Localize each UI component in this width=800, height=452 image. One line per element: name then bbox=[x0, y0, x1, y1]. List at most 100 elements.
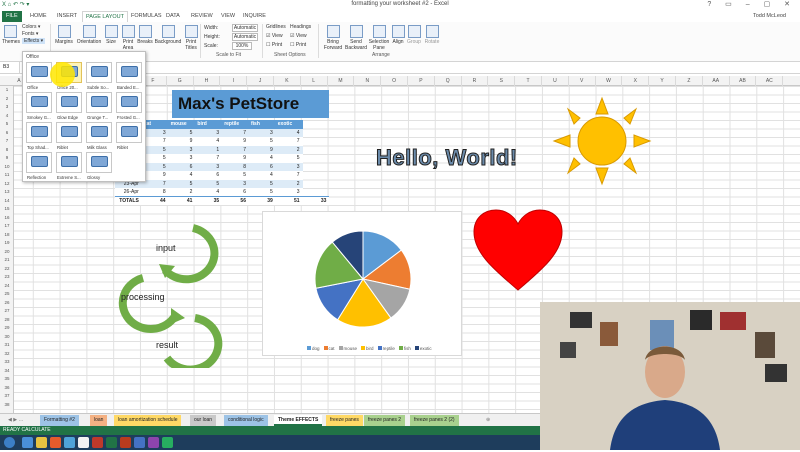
table-cell[interactable]: 4 bbox=[195, 137, 223, 146]
table-cell[interactable]: 1 bbox=[195, 145, 223, 154]
taskbar-app-icon[interactable] bbox=[92, 437, 103, 448]
width-select[interactable]: Automatic bbox=[232, 24, 258, 32]
add-sheet-icon[interactable]: ⊕ bbox=[482, 415, 494, 426]
fonts-button[interactable]: Fonts ▾ bbox=[22, 31, 38, 37]
effect-thumbnail[interactable]: Banded E... bbox=[116, 62, 142, 90]
column-header[interactable]: J bbox=[247, 76, 274, 86]
column-header[interactable]: S bbox=[488, 76, 516, 86]
effect-thumbnail[interactable]: Office bbox=[26, 62, 52, 90]
row-header[interactable]: 21 bbox=[0, 256, 14, 265]
row-header[interactable]: 1 bbox=[0, 86, 14, 95]
effect-thumbnail[interactable]: Smokey G... bbox=[26, 92, 52, 120]
column-header[interactable]: H bbox=[194, 76, 221, 86]
sheet-tab[interactable]: loan amortization schedule bbox=[114, 415, 182, 426]
size-button[interactable]: Size bbox=[104, 24, 118, 45]
table-cell[interactable]: 5 bbox=[248, 188, 276, 197]
effect-thumbnail[interactable]: Glow Edge bbox=[56, 92, 82, 120]
totals-cell[interactable]: TOTALS bbox=[115, 196, 142, 205]
row-header[interactable]: 37 bbox=[0, 392, 14, 401]
table-cell[interactable]: 9 bbox=[222, 137, 249, 146]
align-button[interactable]: Align bbox=[391, 24, 405, 45]
headings-view-checkbox[interactable]: ☑ View bbox=[290, 33, 307, 39]
totals-cell[interactable]: 44 bbox=[141, 196, 169, 205]
column-header[interactable]: V bbox=[569, 76, 596, 86]
tab-formulas[interactable]: FORMULAS bbox=[131, 11, 162, 22]
table-cell[interactable]: 3 bbox=[195, 128, 223, 137]
table-cell[interactable]: 4 bbox=[195, 188, 223, 197]
column-header[interactable]: AA bbox=[703, 76, 730, 86]
row-header[interactable]: 27 bbox=[0, 307, 14, 316]
sheet-tab[interactable]: Formatting #2 bbox=[40, 415, 79, 426]
sun-shape[interactable] bbox=[550, 96, 654, 186]
taskbar-app-icon[interactable] bbox=[120, 437, 131, 448]
table-cell[interactable]: 3 bbox=[275, 188, 303, 197]
table-cell[interactable]: 26-Apr bbox=[115, 188, 142, 197]
column-header[interactable]: I bbox=[220, 76, 248, 86]
row-header[interactable]: 26 bbox=[0, 299, 14, 308]
table-cell[interactable]: 3 bbox=[275, 162, 303, 171]
sheet-tab[interactable]: our loan bbox=[190, 415, 217, 426]
hello-world-wordart[interactable]: Hello, World! bbox=[376, 145, 518, 171]
table-cell[interactable]: 5 bbox=[275, 154, 303, 163]
table-header-cell[interactable]: reptile bbox=[222, 120, 249, 129]
gridlines-view-checkbox[interactable]: ☑ View bbox=[266, 33, 283, 39]
table-cell[interactable]: 7 bbox=[195, 154, 223, 163]
name-box[interactable]: B3 bbox=[0, 62, 20, 74]
column-header[interactable]: U bbox=[542, 76, 569, 86]
totals-cell[interactable]: 33 bbox=[302, 196, 330, 205]
table-cell[interactable]: 4 bbox=[168, 171, 196, 180]
effect-thumbnail[interactable]: Grunge T... bbox=[86, 92, 112, 120]
taskbar-app-icon[interactable] bbox=[22, 437, 33, 448]
table-cell[interactable]: 5 bbox=[248, 179, 276, 188]
quick-access-toolbar[interactable]: X ⌂ ↶ ↷ ▾ bbox=[2, 1, 29, 8]
effect-thumbnail[interactable]: Reflection bbox=[26, 152, 52, 180]
row-header[interactable]: 25 bbox=[0, 290, 14, 299]
table-header-cell[interactable]: bird bbox=[195, 120, 223, 129]
table-cell[interactable]: 7 bbox=[222, 145, 249, 154]
group-button[interactable]: Group bbox=[406, 24, 422, 45]
taskbar-app-icon[interactable] bbox=[148, 437, 159, 448]
print-titles-button[interactable]: Print Titles bbox=[184, 24, 198, 51]
row-header[interactable]: 5 bbox=[0, 120, 14, 129]
row-header[interactable]: 20 bbox=[0, 248, 14, 257]
sheet-tab[interactable]: freeze panes bbox=[326, 415, 363, 426]
taskbar-app-icon[interactable] bbox=[134, 437, 145, 448]
taskbar-app-icon[interactable] bbox=[64, 437, 75, 448]
totals-cell[interactable]: 56 bbox=[222, 196, 249, 205]
row-header[interactable]: 34 bbox=[0, 367, 14, 376]
orientation-button[interactable]: Orientation bbox=[75, 24, 103, 45]
bring-forward-button[interactable]: Bring Forward bbox=[322, 24, 344, 51]
effect-thumbnail[interactable]: Riblet bbox=[116, 122, 142, 150]
margins-button[interactable]: Margins bbox=[55, 24, 73, 45]
headings-print-checkbox[interactable]: ☐ Print bbox=[290, 42, 306, 48]
row-header[interactable]: 18 bbox=[0, 231, 14, 240]
table-cell[interactable]: 5 bbox=[248, 137, 276, 146]
totals-cell[interactable]: 39 bbox=[248, 196, 276, 205]
start-button-icon[interactable] bbox=[4, 437, 15, 448]
taskbar-app-icon[interactable] bbox=[162, 437, 173, 448]
table-cell[interactable]: 5 bbox=[195, 179, 223, 188]
sheet-tab[interactable]: freeze panes 2 (2) bbox=[410, 415, 459, 426]
sheet-tab[interactable]: Theme EFFECTS bbox=[274, 415, 323, 426]
print-area-button[interactable]: Print Area bbox=[120, 24, 136, 51]
column-header[interactable]: Y bbox=[649, 76, 676, 86]
table-cell[interactable]: 6 bbox=[222, 188, 249, 197]
table-cell[interactable]: 6 bbox=[248, 162, 276, 171]
taskbar-app-icon[interactable] bbox=[78, 437, 89, 448]
table-cell[interactable]: 9 bbox=[248, 145, 276, 154]
column-header[interactable]: T bbox=[515, 76, 542, 86]
themes-button[interactable]: Themes bbox=[2, 24, 20, 45]
table-cell[interactable]: 3 bbox=[168, 145, 196, 154]
column-header[interactable]: O bbox=[381, 76, 408, 86]
column-header[interactable]: L bbox=[301, 76, 328, 86]
table-cell[interactable]: 3 bbox=[168, 154, 196, 163]
table-cell[interactable]: 3 bbox=[248, 128, 276, 137]
row-header[interactable]: 14 bbox=[0, 197, 14, 206]
taskbar-app-icon[interactable] bbox=[36, 437, 47, 448]
tab-page-layout[interactable]: PAGE LAYOUT bbox=[82, 11, 129, 22]
column-header[interactable]: W bbox=[596, 76, 623, 86]
taskbar-app-icon[interactable] bbox=[50, 437, 61, 448]
row-header[interactable]: 38 bbox=[0, 401, 14, 410]
table-cell[interactable]: 4 bbox=[248, 171, 276, 180]
sheet-tab[interactable]: conditional logic bbox=[224, 415, 268, 426]
